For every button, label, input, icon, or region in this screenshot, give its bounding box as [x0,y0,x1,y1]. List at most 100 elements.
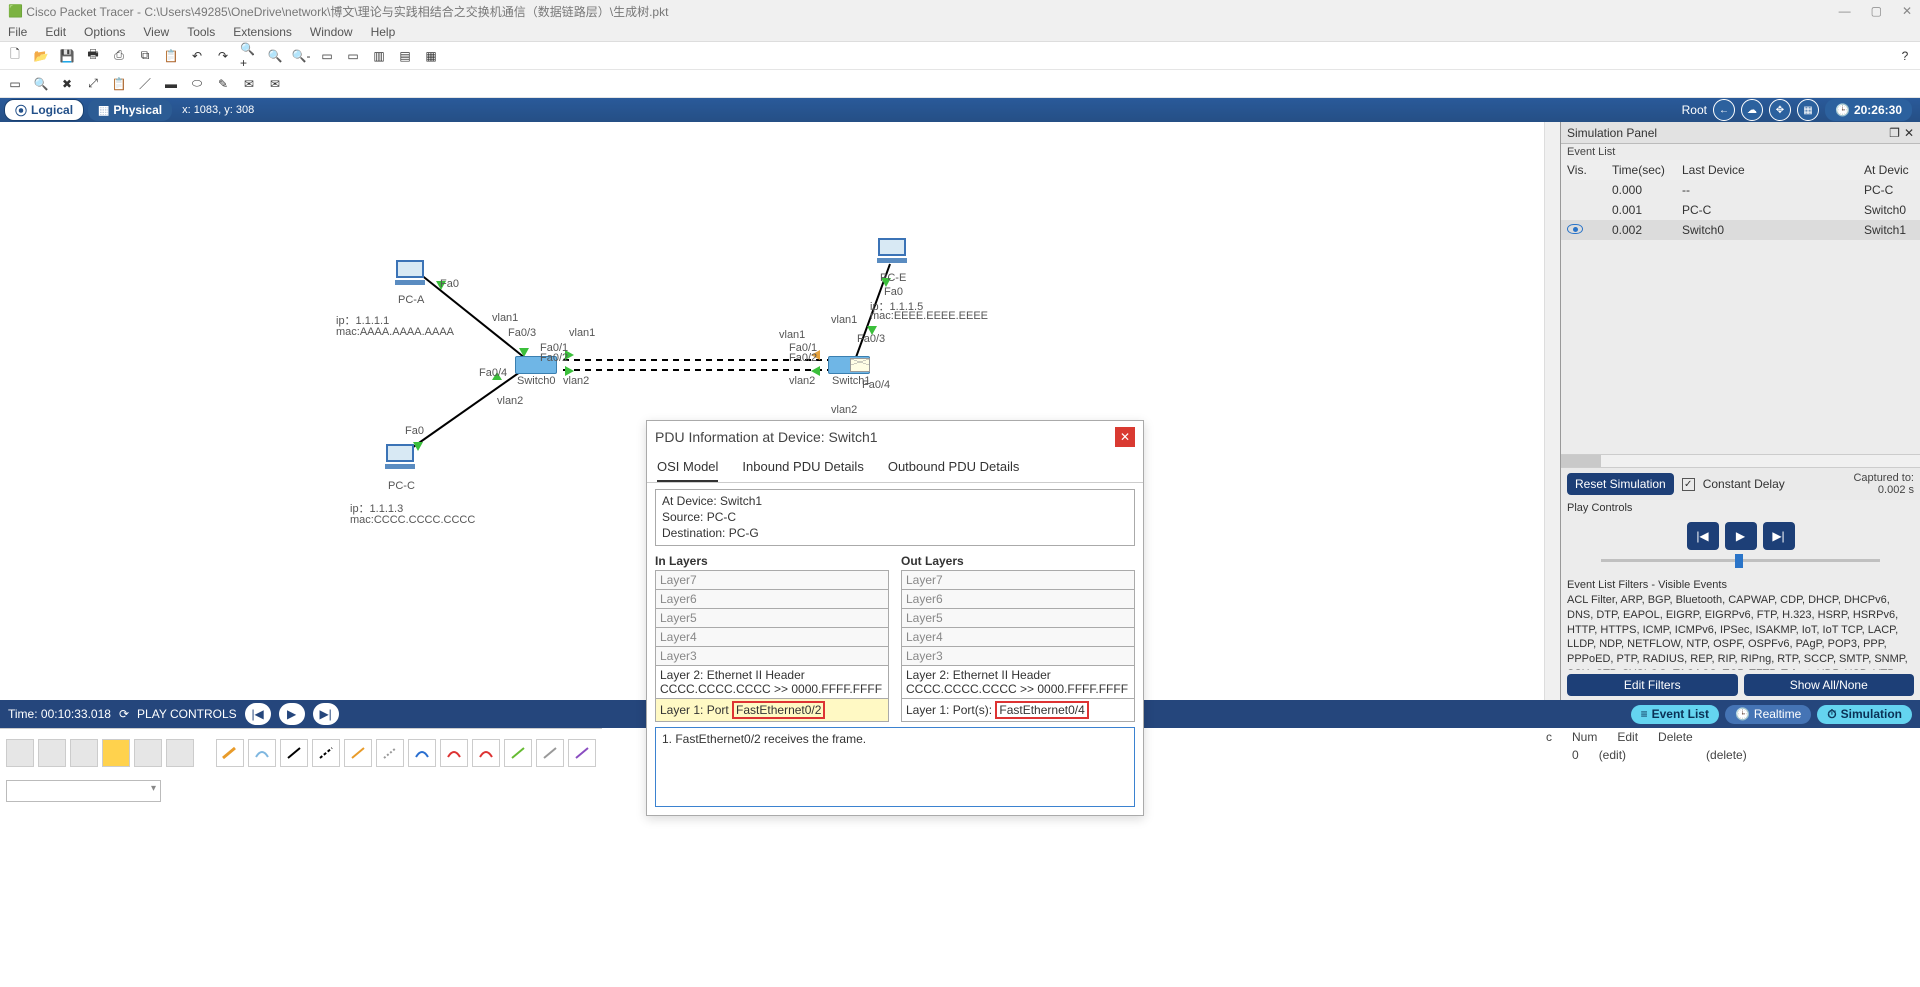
event-row[interactable]: 0.001PC-CSwitch0 [1561,200,1920,220]
canvas-scrollbar[interactable] [1544,122,1560,700]
draw-free-icon[interactable]: ✎ [214,75,232,93]
in-layer1[interactable]: Layer 1: Port FastEthernet0/2 [655,698,889,722]
nav-root[interactable]: Root [1682,103,1707,117]
menu-window[interactable]: Window [310,25,353,39]
complex-pdu-icon[interactable]: ✉ [266,75,284,93]
conn-console-icon[interactable] [248,739,276,767]
pdu-close-button[interactable]: ✕ [1115,427,1135,447]
help-icon[interactable]: ? [1896,47,1914,65]
pill-simulation[interactable]: ⏱ Simulation [1817,705,1912,724]
maximize-button[interactable]: ▢ [1871,4,1882,18]
out-layer5[interactable]: Layer5 [901,608,1135,628]
copy-icon[interactable]: ⧉ [136,47,154,65]
minimize-button[interactable]: — [1839,4,1851,18]
conn-octal-icon[interactable] [504,739,532,767]
custom-icon[interactable]: ▥ [370,47,388,65]
conn-usb-icon[interactable] [568,739,596,767]
zoom-in-icon[interactable]: 🔍+ [240,47,258,65]
tab-physical[interactable]: ▦ Physical [88,99,172,121]
in-layer4[interactable]: Layer4 [655,627,889,647]
sim-close-icon[interactable]: ✕ [1904,126,1914,140]
palette2-icon[interactable]: ▭ [344,47,362,65]
event-hscroll[interactable] [1561,454,1920,468]
custom3-icon[interactable]: ▦ [422,47,440,65]
menu-options[interactable]: Options [84,25,125,39]
conn-cross-icon[interactable] [312,739,340,767]
print-icon[interactable]: 🖶 [84,47,102,65]
step-back-btn2[interactable]: |◀ [245,703,271,725]
zoom-reset-icon[interactable]: 🔍 [266,47,284,65]
pdu-envelope-icon[interactable] [850,358,870,372]
pill-event-list[interactable]: ≡ Event List [1631,705,1719,724]
conn-iot-icon[interactable] [536,739,564,767]
paste-icon[interactable]: 📋 [162,47,180,65]
custom2-icon[interactable]: ▤ [396,47,414,65]
power-cycle-icon[interactable]: ⟳ [119,707,129,721]
out-layer4[interactable]: Layer4 [901,627,1135,647]
menu-extensions[interactable]: Extensions [233,25,292,39]
pdu-tab-outbound[interactable]: Outbound PDU Details [888,453,1020,482]
in-layer5[interactable]: Layer5 [655,608,889,628]
event-row-selected[interactable]: 0.002Switch0Switch1 [1561,220,1920,240]
device-pc-e[interactable] [874,238,910,268]
col-at[interactable]: At Devic [1864,163,1914,177]
device-pc-a[interactable] [392,260,428,290]
draw-rect-icon[interactable]: ▬ [162,75,180,93]
pill-realtime[interactable]: 🕒 Realtime [1725,705,1811,724]
menu-tools[interactable]: Tools [187,25,215,39]
open-icon[interactable]: 📂 [32,47,50,65]
pdu-tab-inbound[interactable]: Inbound PDU Details [742,453,863,482]
menu-file[interactable]: File [8,25,27,39]
in-layer2[interactable]: Layer 2: Ethernet II Header CCCC.CCCC.CC… [655,665,889,699]
sim-dock-icon[interactable]: ❐ [1889,126,1900,140]
edit-filters-button[interactable]: Edit Filters [1567,674,1738,696]
save-icon[interactable]: 💾 [58,47,76,65]
out-layer2[interactable]: Layer 2: Ethernet II Header CCCC.CCCC.CC… [901,665,1135,699]
in-layer3[interactable]: Layer3 [655,646,889,666]
step-back-button[interactable]: |◀ [1687,522,1719,550]
col-time[interactable]: Time(sec) [1612,163,1682,177]
delete-icon[interactable]: ✖ [58,75,76,93]
zoom-out-icon[interactable]: 🔍- [292,47,310,65]
devcat-wireless[interactable] [102,739,130,767]
wizard-icon[interactable]: ⎙ [110,47,128,65]
step-fwd-btn2[interactable]: ▶| [313,703,339,725]
conn-straight-icon[interactable] [280,739,308,767]
device-pc-c[interactable] [382,444,418,474]
simple-pdu-icon[interactable]: ✉ [240,75,258,93]
devcat-routers[interactable] [6,739,34,767]
show-all-none-button[interactable]: Show All/None [1744,674,1915,696]
devcat-end[interactable] [166,739,194,767]
in-layer7[interactable]: Layer7 [655,570,889,590]
nav-back-icon[interactable]: ← [1713,99,1735,121]
inspect-icon[interactable]: 🔍 [32,75,50,93]
menu-help[interactable]: Help [371,25,396,39]
select-icon[interactable]: ▭ [6,75,24,93]
redo-icon[interactable]: ↷ [214,47,232,65]
conn-auto-icon[interactable] [216,739,244,767]
move-icon[interactable]: ✥ [1769,99,1791,121]
conn-serial-dce-icon[interactable] [440,739,468,767]
out-layer1[interactable]: Layer 1: Port(s): FastEthernet0/4 [901,698,1135,722]
menu-edit[interactable]: Edit [45,25,66,39]
new-icon[interactable]: 🗋 [6,47,24,65]
device-combo[interactable] [6,780,161,802]
undo-icon[interactable]: ↶ [188,47,206,65]
col-vis[interactable]: Vis. [1567,163,1612,177]
tab-logical[interactable]: ⦿ Logical [4,99,84,121]
resize-icon[interactable]: ⤢ [84,75,102,93]
workspace-canvas[interactable]: PC-A Fa0 ip：1.1.1.1 mac:AAAA.AAAA.AAAA P… [0,122,1544,700]
step-fwd-button[interactable]: ▶| [1763,522,1795,550]
event-row[interactable]: 0.000--PC-C [1561,180,1920,200]
note-icon[interactable]: 📋 [110,75,128,93]
constant-delay-checkbox[interactable]: ✓ [1682,478,1695,491]
grid-icon[interactable]: ▦ [1797,99,1819,121]
reset-simulation-button[interactable]: Reset Simulation [1567,473,1674,495]
out-layer7[interactable]: Layer7 [901,570,1135,590]
speed-slider[interactable] [1601,552,1880,570]
col-last[interactable]: Last Device [1682,163,1864,177]
out-layer6[interactable]: Layer6 [901,589,1135,609]
in-layer6[interactable]: Layer6 [655,589,889,609]
draw-ellipse-icon[interactable]: ⬭ [188,75,206,93]
devcat-hubs[interactable] [70,739,98,767]
